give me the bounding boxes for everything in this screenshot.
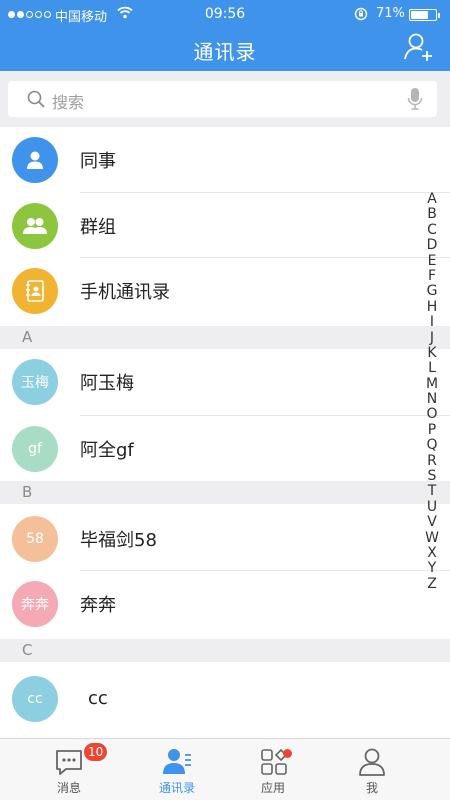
user-icon	[359, 748, 385, 776]
index-letter[interactable]: K	[422, 345, 442, 361]
avatar: gf	[12, 426, 58, 472]
tab-messages[interactable]: 10 消息	[24, 739, 114, 800]
contact-name: 阿全gf	[80, 440, 134, 461]
contact-name: 毕福剑58	[80, 530, 157, 551]
notification-dot	[283, 749, 292, 758]
index-letter[interactable]: B	[422, 206, 442, 222]
index-letter[interactable]: H	[422, 299, 442, 315]
quick-entry-groups[interactable]: 群组	[0, 193, 450, 258]
tab-label: 我	[365, 781, 378, 795]
index-letter[interactable]: A	[422, 191, 442, 207]
index-letter[interactable]: O	[422, 407, 442, 423]
index-letter[interactable]: S	[422, 468, 442, 484]
section-letter: B	[22, 483, 33, 501]
avatar: 58	[12, 516, 58, 562]
page-title: 通讯录	[193, 40, 257, 64]
search-placeholder: 搜索	[52, 93, 85, 112]
index-letter[interactable]: V	[422, 514, 442, 530]
battery-percent: 71%	[376, 6, 405, 21]
quick-entry-label: 群组	[80, 217, 116, 238]
tab-contacts[interactable]: 通讯录	[132, 739, 222, 800]
index-letter[interactable]: N	[422, 391, 442, 407]
address-book-icon	[12, 268, 58, 314]
index-letter[interactable]: M	[422, 376, 442, 392]
index-letter[interactable]: T	[422, 484, 442, 500]
section-letter: C	[22, 641, 33, 659]
index-letter[interactable]: I	[422, 314, 442, 330]
index-letter[interactable]: U	[422, 499, 442, 515]
avatar: 玉梅	[12, 359, 58, 405]
quick-entry-label: 同事	[80, 151, 116, 172]
index-letter[interactable]: E	[422, 253, 442, 269]
app-header: 中国移动 09:56 71% 通讯录	[0, 0, 450, 71]
section-header-b: B	[0, 481, 450, 504]
status-bar: 中国移动 09:56 71%	[0, 0, 450, 30]
search-icon	[27, 90, 45, 108]
contacts-icon	[163, 749, 191, 774]
contact-row[interactable]: 奔奔 奔奔	[0, 571, 450, 636]
avatar: 奔奔	[12, 581, 58, 627]
index-letter[interactable]: R	[422, 453, 442, 469]
group-icon	[12, 203, 58, 249]
contact-row[interactable]: cc cc	[0, 664, 450, 736]
tab-bar: 10 消息 通讯录 应用 我	[0, 738, 450, 800]
add-contact-icon[interactable]	[402, 31, 434, 63]
tab-label: 应用	[260, 781, 285, 795]
index-letter[interactable]: F	[422, 268, 442, 284]
quick-entry-label: 手机通讯录	[80, 282, 170, 303]
unread-badge: 10	[83, 742, 109, 762]
index-letter[interactable]: C	[422, 222, 442, 238]
microphone-icon[interactable]	[407, 87, 423, 111]
contact-name: cc	[88, 688, 108, 709]
section-letter: A	[22, 328, 33, 346]
index-letter[interactable]: D	[422, 237, 442, 253]
tab-label: 消息	[56, 781, 81, 795]
rotation-lock-icon	[354, 7, 368, 21]
tab-label: 通讯录	[158, 781, 195, 795]
index-letter[interactable]: P	[422, 422, 442, 438]
section-header-c: C	[0, 639, 450, 662]
person-icon	[12, 137, 58, 183]
quick-entry-colleagues[interactable]: 同事	[0, 127, 450, 192]
search-input[interactable]: 搜索	[8, 81, 437, 117]
battery-icon	[409, 9, 440, 21]
contact-row[interactable]: 58 毕福剑58	[0, 506, 450, 571]
alphabet-index[interactable]: ABCDEFGHIJKLMNOPQRSTUVWXYZ	[422, 191, 442, 592]
avatar: cc	[12, 676, 58, 722]
tab-apps[interactable]: 应用	[228, 739, 318, 800]
contact-row[interactable]: gf 阿全gf	[0, 416, 450, 481]
index-letter[interactable]: Y	[422, 560, 442, 576]
index-letter[interactable]: G	[422, 283, 442, 299]
index-letter[interactable]: W	[422, 530, 442, 546]
quick-entry-phone-contacts[interactable]: 手机通讯录	[0, 258, 450, 323]
index-letter[interactable]: Q	[422, 437, 442, 453]
chat-bubble-icon	[56, 750, 82, 775]
contact-name: 阿玉梅	[80, 373, 134, 394]
index-letter[interactable]: Z	[422, 576, 442, 592]
search-bar: 搜索	[0, 71, 450, 127]
index-letter[interactable]: J	[422, 330, 442, 346]
index-letter[interactable]: L	[422, 360, 442, 376]
section-header-a: A	[0, 326, 450, 349]
index-letter[interactable]: X	[422, 545, 442, 561]
contact-row[interactable]: 玉梅 阿玉梅	[0, 349, 450, 414]
tab-me[interactable]: 我	[327, 739, 417, 800]
contact-name: 奔奔	[80, 595, 116, 616]
